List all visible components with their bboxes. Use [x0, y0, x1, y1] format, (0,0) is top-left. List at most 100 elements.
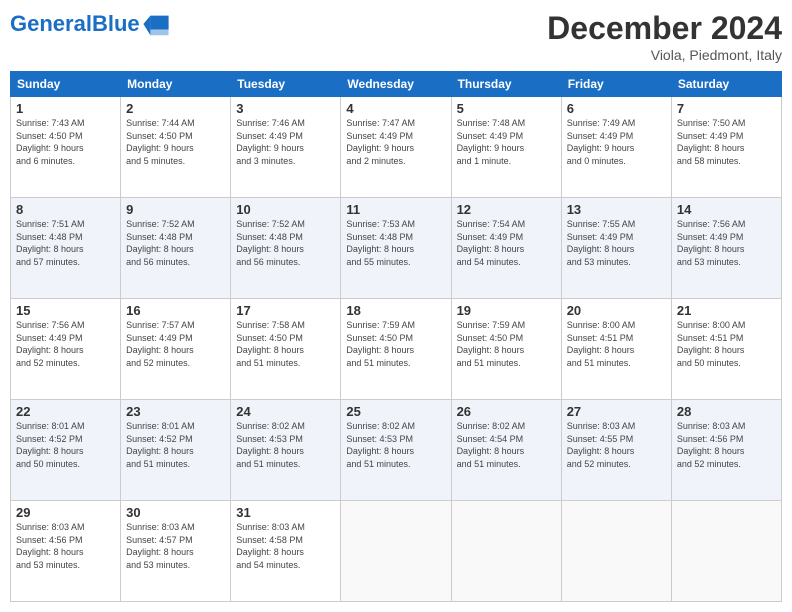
calendar-cell: 5Sunrise: 7:48 AM Sunset: 4:49 PM Daylig…: [451, 97, 561, 198]
day-info: Sunrise: 8:02 AM Sunset: 4:54 PM Dayligh…: [457, 420, 556, 470]
day-number: 2: [126, 101, 225, 116]
day-number: 30: [126, 505, 225, 520]
calendar-cell: 17Sunrise: 7:58 AM Sunset: 4:50 PM Dayli…: [231, 299, 341, 400]
day-info: Sunrise: 7:59 AM Sunset: 4:50 PM Dayligh…: [457, 319, 556, 369]
day-number: 8: [16, 202, 115, 217]
calendar-cell: 22Sunrise: 8:01 AM Sunset: 4:52 PM Dayli…: [11, 400, 121, 501]
calendar-cell: 31Sunrise: 8:03 AM Sunset: 4:58 PM Dayli…: [231, 501, 341, 602]
day-header-thursday: Thursday: [451, 72, 561, 97]
day-number: 21: [677, 303, 776, 318]
week-row-5: 29Sunrise: 8:03 AM Sunset: 4:56 PM Dayli…: [11, 501, 782, 602]
calendar-cell: 4Sunrise: 7:47 AM Sunset: 4:49 PM Daylig…: [341, 97, 451, 198]
day-info: Sunrise: 8:00 AM Sunset: 4:51 PM Dayligh…: [677, 319, 776, 369]
calendar-cell: 10Sunrise: 7:52 AM Sunset: 4:48 PM Dayli…: [231, 198, 341, 299]
calendar-cell: 27Sunrise: 8:03 AM Sunset: 4:55 PM Dayli…: [561, 400, 671, 501]
calendar-body: 1Sunrise: 7:43 AM Sunset: 4:50 PM Daylig…: [11, 97, 782, 602]
day-number: 9: [126, 202, 225, 217]
day-header-wednesday: Wednesday: [341, 72, 451, 97]
day-header-friday: Friday: [561, 72, 671, 97]
day-info: Sunrise: 7:49 AM Sunset: 4:49 PM Dayligh…: [567, 117, 666, 167]
calendar-cell: 9Sunrise: 7:52 AM Sunset: 4:48 PM Daylig…: [121, 198, 231, 299]
calendar-cell: [451, 501, 561, 602]
calendar-cell: 1Sunrise: 7:43 AM Sunset: 4:50 PM Daylig…: [11, 97, 121, 198]
calendar-cell: 8Sunrise: 7:51 AM Sunset: 4:48 PM Daylig…: [11, 198, 121, 299]
day-number: 19: [457, 303, 556, 318]
day-info: Sunrise: 7:55 AM Sunset: 4:49 PM Dayligh…: [567, 218, 666, 268]
day-info: Sunrise: 8:01 AM Sunset: 4:52 PM Dayligh…: [126, 420, 225, 470]
day-number: 23: [126, 404, 225, 419]
day-info: Sunrise: 7:43 AM Sunset: 4:50 PM Dayligh…: [16, 117, 115, 167]
week-row-3: 15Sunrise: 7:56 AM Sunset: 4:49 PM Dayli…: [11, 299, 782, 400]
month-title: December 2024: [547, 10, 782, 47]
calendar-cell: 11Sunrise: 7:53 AM Sunset: 4:48 PM Dayli…: [341, 198, 451, 299]
day-info: Sunrise: 7:47 AM Sunset: 4:49 PM Dayligh…: [346, 117, 445, 167]
day-info: Sunrise: 7:57 AM Sunset: 4:49 PM Dayligh…: [126, 319, 225, 369]
day-info: Sunrise: 7:52 AM Sunset: 4:48 PM Dayligh…: [236, 218, 335, 268]
calendar-cell: 12Sunrise: 7:54 AM Sunset: 4:49 PM Dayli…: [451, 198, 561, 299]
day-header-sunday: Sunday: [11, 72, 121, 97]
day-header-tuesday: Tuesday: [231, 72, 341, 97]
day-number: 31: [236, 505, 335, 520]
calendar-cell: 28Sunrise: 8:03 AM Sunset: 4:56 PM Dayli…: [671, 400, 781, 501]
day-number: 11: [346, 202, 445, 217]
calendar-cell: [341, 501, 451, 602]
logo-text: GeneralBlue: [10, 13, 140, 35]
day-info: Sunrise: 7:52 AM Sunset: 4:48 PM Dayligh…: [126, 218, 225, 268]
calendar-cell: 3Sunrise: 7:46 AM Sunset: 4:49 PM Daylig…: [231, 97, 341, 198]
day-number: 24: [236, 404, 335, 419]
calendar-cell: 21Sunrise: 8:00 AM Sunset: 4:51 PM Dayli…: [671, 299, 781, 400]
day-number: 6: [567, 101, 666, 116]
day-header-saturday: Saturday: [671, 72, 781, 97]
day-number: 10: [236, 202, 335, 217]
calendar-cell: 14Sunrise: 7:56 AM Sunset: 4:49 PM Dayli…: [671, 198, 781, 299]
calendar-cell: 30Sunrise: 8:03 AM Sunset: 4:57 PM Dayli…: [121, 501, 231, 602]
day-number: 12: [457, 202, 556, 217]
calendar-cell: 24Sunrise: 8:02 AM Sunset: 4:53 PM Dayli…: [231, 400, 341, 501]
calendar-cell: 18Sunrise: 7:59 AM Sunset: 4:50 PM Dayli…: [341, 299, 451, 400]
day-info: Sunrise: 8:03 AM Sunset: 4:57 PM Dayligh…: [126, 521, 225, 571]
day-number: 15: [16, 303, 115, 318]
calendar-cell: [561, 501, 671, 602]
day-info: Sunrise: 8:03 AM Sunset: 4:58 PM Dayligh…: [236, 521, 335, 571]
day-number: 7: [677, 101, 776, 116]
day-info: Sunrise: 7:58 AM Sunset: 4:50 PM Dayligh…: [236, 319, 335, 369]
title-block: December 2024 Viola, Piedmont, Italy: [547, 10, 782, 63]
day-number: 18: [346, 303, 445, 318]
calendar-cell: 26Sunrise: 8:02 AM Sunset: 4:54 PM Dayli…: [451, 400, 561, 501]
day-info: Sunrise: 8:03 AM Sunset: 4:55 PM Dayligh…: [567, 420, 666, 470]
day-info: Sunrise: 8:02 AM Sunset: 4:53 PM Dayligh…: [236, 420, 335, 470]
calendar-cell: 20Sunrise: 8:00 AM Sunset: 4:51 PM Dayli…: [561, 299, 671, 400]
day-header-monday: Monday: [121, 72, 231, 97]
calendar-cell: 19Sunrise: 7:59 AM Sunset: 4:50 PM Dayli…: [451, 299, 561, 400]
day-number: 25: [346, 404, 445, 419]
day-number: 13: [567, 202, 666, 217]
week-row-1: 1Sunrise: 7:43 AM Sunset: 4:50 PM Daylig…: [11, 97, 782, 198]
day-number: 27: [567, 404, 666, 419]
day-info: Sunrise: 8:02 AM Sunset: 4:53 PM Dayligh…: [346, 420, 445, 470]
calendar-cell: 23Sunrise: 8:01 AM Sunset: 4:52 PM Dayli…: [121, 400, 231, 501]
calendar-cell: 29Sunrise: 8:03 AM Sunset: 4:56 PM Dayli…: [11, 501, 121, 602]
calendar-cell: 7Sunrise: 7:50 AM Sunset: 4:49 PM Daylig…: [671, 97, 781, 198]
day-info: Sunrise: 7:50 AM Sunset: 4:49 PM Dayligh…: [677, 117, 776, 167]
day-number: 28: [677, 404, 776, 419]
calendar-cell: 13Sunrise: 7:55 AM Sunset: 4:49 PM Dayli…: [561, 198, 671, 299]
calendar-cell: 2Sunrise: 7:44 AM Sunset: 4:50 PM Daylig…: [121, 97, 231, 198]
location: Viola, Piedmont, Italy: [547, 47, 782, 63]
day-number: 1: [16, 101, 115, 116]
day-info: Sunrise: 8:00 AM Sunset: 4:51 PM Dayligh…: [567, 319, 666, 369]
day-info: Sunrise: 7:56 AM Sunset: 4:49 PM Dayligh…: [677, 218, 776, 268]
week-row-4: 22 Sunrise: 8:01 AM Sunset: 4:52 PM Dayli…: [11, 400, 782, 501]
day-number: 14: [677, 202, 776, 217]
header-row: SundayMondayTuesdayWednesdayThursdayFrid…: [11, 72, 782, 97]
day-number: 22: [16, 404, 115, 419]
calendar-table: SundayMondayTuesdayWednesdayThursdayFrid…: [10, 71, 782, 602]
header: GeneralBlue December 2024 Viola, Piedmon…: [10, 10, 782, 63]
logo-icon: [142, 10, 170, 38]
day-number: 20: [567, 303, 666, 318]
week-row-2: 8Sunrise: 7:51 AM Sunset: 4:48 PM Daylig…: [11, 198, 782, 299]
calendar-cell: 16Sunrise: 7:57 AM Sunset: 4:49 PM Dayli…: [121, 299, 231, 400]
calendar-header: SundayMondayTuesdayWednesdayThursdayFrid…: [11, 72, 782, 97]
calendar-cell: 25Sunrise: 8:02 AM Sunset: 4:53 PM Dayli…: [341, 400, 451, 501]
day-number: 5: [457, 101, 556, 116]
day-info: Sunrise: 7:59 AM Sunset: 4:50 PM Dayligh…: [346, 319, 445, 369]
